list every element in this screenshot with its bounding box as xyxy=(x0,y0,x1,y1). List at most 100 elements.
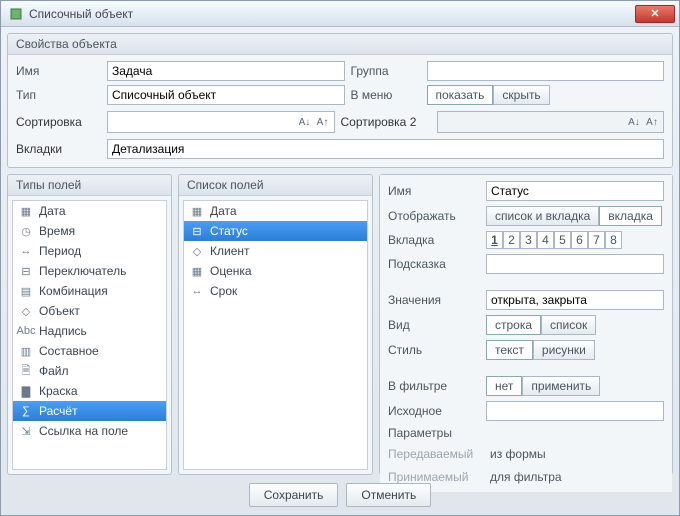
field-type-label: Объект xyxy=(39,304,80,318)
field-type-label: Переключатель xyxy=(39,264,126,278)
type-input[interactable] xyxy=(107,85,345,105)
menu-toggle-group: показать скрыть xyxy=(427,85,665,105)
field-type-item[interactable]: ▤Комбинация xyxy=(13,281,166,301)
field-type-item[interactable]: ◷ Время xyxy=(13,221,166,241)
sort-asc-icon: A↓ xyxy=(298,115,312,129)
field-type-item[interactable]: ⇲ Ссылка на поле xyxy=(13,421,166,441)
pass-value: из формы xyxy=(486,445,664,463)
cancel-button[interactable]: Отменить xyxy=(346,483,431,507)
field-list-item[interactable]: ▦ Оценка xyxy=(184,261,367,281)
field-type-item[interactable]: ▥ Составное xyxy=(13,341,166,361)
style-label: Стиль xyxy=(388,343,478,357)
field-list-title: Список полей xyxy=(179,175,372,196)
field-list-item[interactable]: ◇Клиент xyxy=(184,241,367,261)
field-list-item[interactable]: ▦Дата xyxy=(184,201,367,221)
kind-list-toggle[interactable]: список xyxy=(541,315,596,335)
sort-label: Сортировка xyxy=(16,115,101,129)
tab-number-6[interactable]: 6 xyxy=(571,231,588,249)
field-type-item[interactable]: ◇Объект xyxy=(13,301,166,321)
tab-number-5[interactable]: 5 xyxy=(554,231,571,249)
initial-input[interactable] xyxy=(486,401,664,421)
style-toggle-group: текст рисунки xyxy=(486,340,664,360)
tab-label: Вкладка xyxy=(388,233,478,247)
sort-asc-icon: A↓ xyxy=(627,115,641,129)
sort2-box: A↓ A↑ xyxy=(437,111,665,133)
style-text-toggle[interactable]: текст xyxy=(486,340,533,360)
tab-number-3[interactable]: 3 xyxy=(520,231,537,249)
field-type-item[interactable]: 🗎Файл xyxy=(13,361,166,381)
field-type-item[interactable]: ∑Расчёт xyxy=(13,401,166,421)
field-list-label: Статус xyxy=(210,224,248,238)
tab-number-2[interactable]: 2 xyxy=(503,231,520,249)
name-input[interactable] xyxy=(107,61,345,81)
period-icon: ↔ xyxy=(19,244,33,258)
style-img-toggle[interactable]: рисунки xyxy=(533,340,595,360)
field-name-label: Имя xyxy=(388,184,478,198)
field-list: ▦Дата ⊟ Статус ◇Клиент ▦ Оценка ↔Срок xyxy=(183,200,368,470)
field-type-item[interactable]: ▇ Краска xyxy=(13,381,166,401)
field-type-item[interactable]: ▦Дата xyxy=(13,201,166,221)
dialog-window: Списочный объект ✕ Свойства объекта Имя … xyxy=(0,0,680,516)
field-list-item[interactable]: ↔Срок xyxy=(184,281,367,301)
group-input[interactable] xyxy=(427,61,665,81)
menu-show-toggle[interactable]: показать xyxy=(427,85,494,105)
field-props-panel: Имя Отображать список и вкладка вкладка … xyxy=(379,174,673,475)
field-type-label: Составное xyxy=(39,344,99,358)
menu-hide-toggle[interactable]: скрыть xyxy=(493,85,549,105)
hint-input[interactable] xyxy=(486,254,664,274)
field-types-panel: Типы полей ▦Дата◷Время↔Период⊟Переключат… xyxy=(7,174,172,475)
composite-icon: ▥ xyxy=(19,344,33,358)
field-list-panel: Список полей ▦Дата ⊟ Статус ◇Клиент ▦ Оценка ↔… xyxy=(178,174,373,475)
pass-label: Передаваемый xyxy=(388,447,478,461)
kind-string-toggle[interactable]: строка xyxy=(486,315,541,335)
file-icon: 🗎 xyxy=(19,364,33,378)
values-label: Значения xyxy=(388,293,478,307)
time-icon: ◷ xyxy=(19,224,33,238)
link-icon: ⇲ xyxy=(19,424,33,438)
type-label: Тип xyxy=(16,88,101,102)
field-list-item[interactable]: ⊟ Статус xyxy=(184,221,367,241)
color-icon: ▇ xyxy=(19,384,33,398)
date-icon: ▦ xyxy=(190,264,204,278)
tab-number-8[interactable]: 8 xyxy=(605,231,622,249)
save-button[interactable]: Сохранить xyxy=(249,483,339,507)
field-type-label: Дата xyxy=(39,204,66,218)
field-type-item[interactable]: ⊟ Переключатель xyxy=(13,261,166,281)
object-icon: ◇ xyxy=(190,244,204,258)
sort-desc-icon: A↑ xyxy=(316,115,330,129)
group-label: Группа xyxy=(351,64,421,78)
filter-toggle-group: нет применить xyxy=(486,376,664,396)
field-type-item[interactable]: ↔Период xyxy=(13,241,166,261)
titlebar: Списочный объект ✕ xyxy=(1,1,679,27)
filter-no-toggle[interactable]: нет xyxy=(486,376,522,396)
switch-icon: ⊟ xyxy=(190,224,204,238)
params-label: Параметры xyxy=(388,426,478,440)
switch-icon: ⊟ xyxy=(19,264,33,278)
field-name-input[interactable] xyxy=(486,181,664,201)
date-icon: ▦ xyxy=(190,204,204,218)
field-type-item[interactable]: AbcНадпись xyxy=(13,321,166,341)
field-list-label: Оценка xyxy=(210,264,252,278)
sort2-label: Сортировка 2 xyxy=(341,115,431,129)
tab-number-7[interactable]: 7 xyxy=(588,231,605,249)
display-toggle-group: список и вкладка вкладка xyxy=(486,206,664,226)
display-tab-toggle[interactable]: вкладка xyxy=(599,206,662,226)
tab-number-4[interactable]: 4 xyxy=(537,231,554,249)
name-label: Имя xyxy=(16,64,101,78)
field-list-label: Срок xyxy=(210,284,237,298)
display-list-toggle[interactable]: список и вкладка xyxy=(486,206,599,226)
values-input[interactable] xyxy=(486,290,664,310)
field-type-label: Время xyxy=(39,224,75,238)
combo-icon: ▤ xyxy=(19,284,33,298)
tab-number-1[interactable]: 1 xyxy=(486,231,503,249)
field-type-label: Ссылка на поле xyxy=(39,424,128,438)
filter-label: В фильтре xyxy=(388,379,478,393)
footer: Сохранить Отменить xyxy=(1,475,679,515)
filter-apply-toggle[interactable]: применить xyxy=(522,376,600,396)
sort-box[interactable]: A↓ A↑ xyxy=(107,111,335,133)
label-icon: Abc xyxy=(19,324,33,338)
tabs-input[interactable] xyxy=(107,139,664,159)
calc-icon: ∑ xyxy=(19,404,33,418)
field-type-label: Краска xyxy=(39,384,78,398)
close-button[interactable]: ✕ xyxy=(635,5,675,23)
